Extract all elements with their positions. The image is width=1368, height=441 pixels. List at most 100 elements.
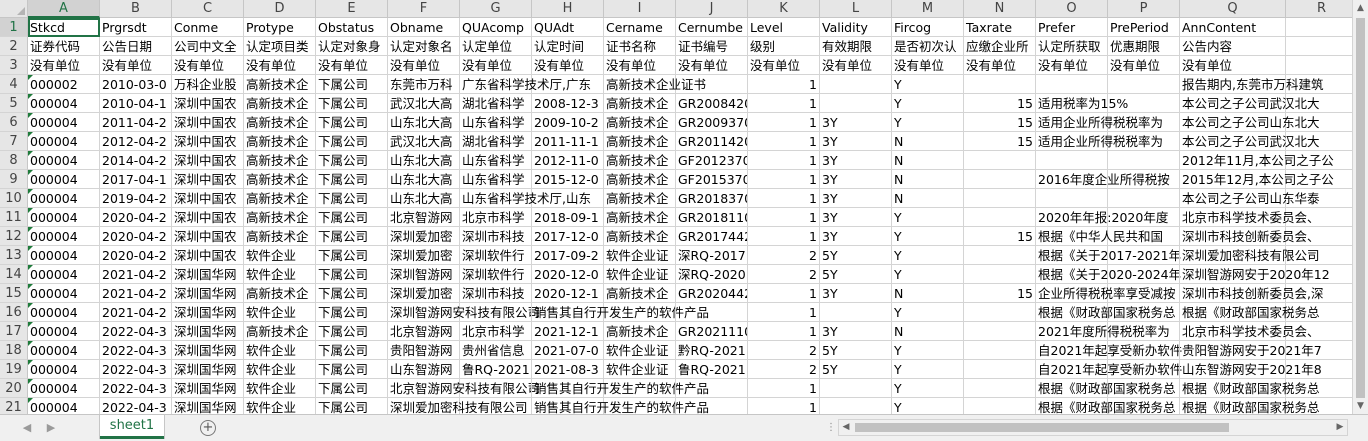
cell-a10[interactable]: 000004 — [28, 189, 100, 208]
cell-i3[interactable]: 没有单位 — [604, 56, 676, 75]
cell-c3[interactable]: 没有单位 — [172, 56, 244, 75]
cell-f7[interactable]: 武汉北大高 — [388, 132, 460, 151]
cell-f19[interactable]: 山东智游网 — [388, 360, 460, 379]
cell-r1[interactable] — [1286, 18, 1352, 37]
cell-l14[interactable]: 5Y — [820, 265, 892, 284]
cell-c12[interactable]: 深圳中国农 — [172, 227, 244, 246]
cell-a18[interactable]: 000004 — [28, 341, 100, 360]
row-header-21[interactable]: 21 — [0, 398, 28, 414]
cell-f16[interactable]: 深圳智游网安科技有限公司 — [388, 303, 540, 322]
cell-n3[interactable]: 没有单位 — [964, 56, 1036, 75]
cell-h18[interactable]: 2021-07-0 — [532, 341, 604, 360]
cell-o21[interactable]: 根据《财政部国家税务总 — [1036, 398, 1176, 414]
cell-a14[interactable]: 000004 — [28, 265, 100, 284]
scroll-down-icon[interactable]: ▼ — [1353, 398, 1368, 414]
cell-h19[interactable]: 2021-08-3 — [532, 360, 604, 379]
cell-l16[interactable] — [820, 303, 892, 322]
cell-r4[interactable] — [1286, 75, 1352, 94]
cell-q15[interactable]: 深圳市科技创新委员会,深 — [1180, 284, 1323, 303]
cell-q18[interactable]: 贵阳智游网安于2021年7 — [1180, 341, 1322, 360]
cell-m3[interactable]: 没有单位 — [892, 56, 964, 75]
cell-g2[interactable]: 认定单位 — [460, 37, 532, 56]
select-all-corner[interactable] — [0, 0, 28, 18]
cell-b21[interactable]: 2022-04-3 — [100, 398, 172, 414]
cell-f4[interactable]: 东莞市万科 — [388, 75, 460, 94]
cell-i9[interactable]: 高新技术企 — [604, 170, 676, 189]
cell-g13[interactable]: 深圳软件行 — [460, 246, 532, 265]
cell-h1[interactable]: QUAdt — [532, 18, 604, 37]
cell-f13[interactable]: 深圳爱加密 — [388, 246, 460, 265]
cell-m5[interactable]: Y — [892, 94, 964, 113]
cell-c4[interactable]: 万科企业股 — [172, 75, 244, 94]
cell-f14[interactable]: 深圳智游网 — [388, 265, 460, 284]
cell-r15[interactable] — [1286, 284, 1352, 303]
cell-e12[interactable]: 下属公司 — [316, 227, 388, 246]
cell-q13[interactable]: 深圳爱加密科技有限公司 — [1180, 246, 1320, 265]
cell-j21[interactable] — [676, 398, 748, 414]
cell-r3[interactable] — [1286, 56, 1352, 75]
cell-i7[interactable]: 高新技术企 — [604, 132, 676, 151]
cell-p11[interactable] — [1108, 208, 1180, 227]
cell-g9[interactable]: 山东省科学 — [460, 170, 532, 189]
cell-k20[interactable]: 1 — [748, 379, 820, 398]
cell-b18[interactable]: 2022-04-3 — [100, 341, 172, 360]
cell-o18[interactable]: 自2021年起享受新办软件 — [1036, 341, 1182, 360]
cell-o20[interactable]: 根据《财政部国家税务总 — [1036, 379, 1176, 398]
cell-q20[interactable]: 根据《财政部国家税务总 — [1180, 379, 1320, 398]
horizontal-scroll-thumb[interactable] — [855, 423, 1229, 432]
cell-n7[interactable]: 15 — [964, 132, 1036, 151]
column-header-l[interactable]: L — [820, 0, 892, 18]
cell-a1[interactable]: Stkcd — [28, 18, 100, 37]
row-header-10[interactable]: 10 — [0, 189, 28, 208]
cell-a3[interactable]: 没有单位 — [28, 56, 100, 75]
cell-r5[interactable] — [1286, 94, 1352, 113]
cell-b17[interactable]: 2022-04-3 — [100, 322, 172, 341]
cell-e21[interactable]: 下属公司 — [316, 398, 388, 414]
cell-f5[interactable]: 武汉北大高 — [388, 94, 460, 113]
cell-i4[interactable]: 高新技术企业证书 — [604, 75, 706, 94]
cell-g7[interactable]: 湖北省科学 — [460, 132, 532, 151]
cell-r16[interactable] — [1286, 303, 1352, 322]
row-header-20[interactable]: 20 — [0, 379, 28, 398]
cell-n12[interactable]: 15 — [964, 227, 1036, 246]
cell-d16[interactable]: 软件企业 — [244, 303, 316, 322]
cell-d18[interactable]: 软件企业 — [244, 341, 316, 360]
cell-q6[interactable]: 本公司之子公司山东北大 — [1180, 113, 1320, 132]
cell-j14[interactable]: 深RQ-2020 — [676, 265, 748, 284]
cell-c10[interactable]: 深圳中国农 — [172, 189, 244, 208]
cell-q16[interactable]: 根据《财政部国家税务总 — [1180, 303, 1320, 322]
cell-p1[interactable]: PrePeriod — [1108, 18, 1180, 37]
cell-r10[interactable] — [1286, 189, 1352, 208]
cell-k14[interactable]: 2 — [748, 265, 820, 284]
cell-m1[interactable]: Fircog — [892, 18, 964, 37]
cell-d15[interactable]: 高新技术企 — [244, 284, 316, 303]
cell-d19[interactable]: 软件企业 — [244, 360, 316, 379]
row-header-6[interactable]: 6 — [0, 113, 28, 132]
cell-e20[interactable]: 下属公司 — [316, 379, 388, 398]
cell-l2[interactable]: 有效期限 — [820, 37, 892, 56]
cell-d6[interactable]: 高新技术企 — [244, 113, 316, 132]
cell-f6[interactable]: 山东北大高 — [388, 113, 460, 132]
cell-e4[interactable]: 下属公司 — [316, 75, 388, 94]
cell-h5[interactable]: 2008-12-3 — [532, 94, 604, 113]
column-header-j[interactable]: J — [676, 0, 748, 18]
cell-r6[interactable] — [1286, 113, 1352, 132]
cell-f8[interactable]: 山东北大高 — [388, 151, 460, 170]
cell-f1[interactable]: Obname — [388, 18, 460, 37]
cell-b19[interactable]: 2022-04-3 — [100, 360, 172, 379]
cell-n15[interactable]: 15 — [964, 284, 1036, 303]
cell-h21[interactable]: 销售其自行开发生产的软件产品 — [532, 398, 709, 414]
cell-a19[interactable]: 000004 — [28, 360, 100, 379]
row-header-5[interactable]: 5 — [0, 94, 28, 113]
cell-m11[interactable]: Y — [892, 208, 964, 227]
cell-o9[interactable]: 2016年度企业所得税按 — [1036, 170, 1170, 189]
cell-i2[interactable]: 证书名称 — [604, 37, 676, 56]
cell-n19[interactable] — [964, 360, 1036, 379]
cell-q1[interactable]: AnnContent — [1180, 18, 1286, 37]
cell-a16[interactable]: 000004 — [28, 303, 100, 322]
cell-o8[interactable] — [1036, 151, 1108, 170]
cell-r19[interactable] — [1286, 360, 1352, 379]
column-header-g[interactable]: G — [460, 0, 532, 18]
cell-j6[interactable]: GR2009370 — [676, 113, 748, 132]
cell-e9[interactable]: 下属公司 — [316, 170, 388, 189]
